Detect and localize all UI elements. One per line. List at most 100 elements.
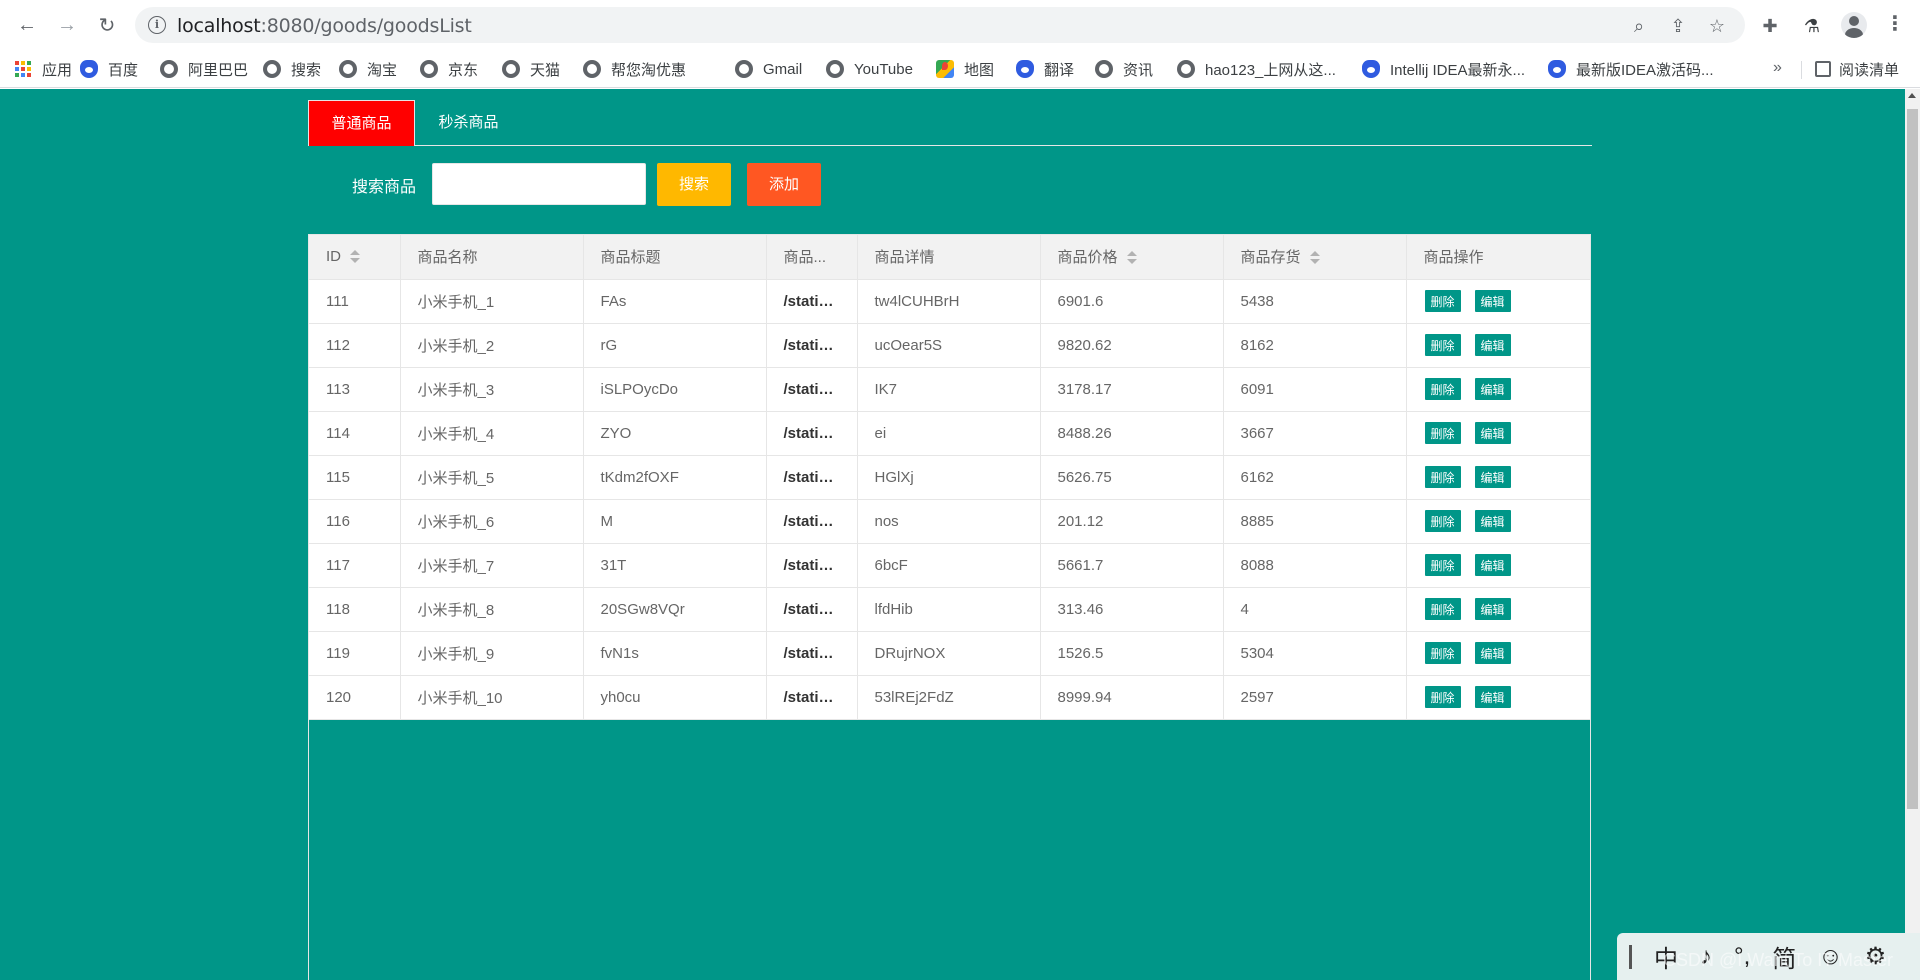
bookmark-item[interactable]: Intellij IDEA最新永... [1362, 59, 1525, 79]
header-id[interactable]: ID [309, 235, 401, 280]
ime-handle[interactable] [1629, 944, 1632, 969]
bookmark-item[interactable]: YouTube [826, 59, 913, 79]
cell-image: /static/... [766, 675, 858, 720]
scroll-up-arrow-icon[interactable] [1908, 93, 1916, 98]
bookmark-item[interactable]: 淘宝 [339, 59, 397, 79]
add-button[interactable]: 添加 [747, 163, 821, 206]
forward-arrow-icon[interactable]: → [54, 12, 80, 38]
delete-button[interactable]: 删除 [1423, 509, 1462, 533]
bookmark-item[interactable]: 资讯 [1095, 59, 1153, 79]
delete-button[interactable]: 删除 [1423, 333, 1462, 357]
page-content: 普通商品 秒杀商品 搜索商品 搜索 添加 ID 商品名称 商品标题 商品... … [0, 89, 1920, 980]
bookmark-item[interactable]: 京东 [420, 59, 478, 79]
sort-icon[interactable] [1126, 251, 1138, 265]
delete-button[interactable]: 删除 [1423, 377, 1462, 401]
extension-flask-icon[interactable]: ⚗ [1800, 14, 1824, 38]
sort-icon[interactable] [1309, 251, 1321, 265]
bookmark-label: 帮您淘优惠 [611, 61, 687, 79]
delete-button[interactable]: 删除 [1423, 421, 1462, 445]
browser-menu-icon[interactable]: ⋮ [1885, 13, 1905, 37]
share-icon[interactable]: ⇪ [1667, 15, 1689, 37]
profile-avatar[interactable] [1841, 12, 1867, 38]
edit-button[interactable]: 编辑 [1473, 465, 1512, 489]
bookmark-item[interactable]: Gmail [735, 59, 802, 79]
url-text[interactable]: localhost:8080/goods/goodsList [177, 15, 472, 37]
bookmark-item[interactable]: 百度 [80, 59, 138, 79]
sort-icon[interactable] [349, 250, 361, 264]
baidu-icon [1016, 60, 1034, 78]
bookmarks-overflow-icon[interactable]: » [1773, 59, 1782, 77]
tab-normal-goods[interactable]: 普通商品 [308, 100, 415, 146]
delete-button[interactable]: 删除 [1423, 641, 1462, 665]
site-info-icon[interactable]: i [148, 16, 166, 34]
edit-button[interactable]: 编辑 [1473, 377, 1512, 401]
bookmark-item[interactable]: 天猫 [502, 59, 560, 79]
bookmark-item[interactable]: 搜索 [263, 59, 321, 79]
cell-id: 117 [309, 543, 401, 588]
globe-icon [583, 60, 601, 78]
cell-id: 113 [309, 367, 401, 412]
cell-id: 118 [309, 587, 401, 632]
header-price[interactable]: 商品价格 [1040, 235, 1224, 280]
bookmark-label: 最新版IDEA激活码... [1576, 61, 1714, 79]
reload-icon[interactable]: ↻ [94, 12, 120, 38]
table-row: 115 小米手机_5 tKdm2fOXF/static/... HGlXj 5626.7… [309, 455, 1590, 500]
cell-id: 119 [309, 631, 401, 676]
bookmark-item[interactable]: 帮您淘优惠 [583, 59, 686, 79]
table-row: 119 小米手机_9 fvN1s/static/... DRujrNOX 1526.5 5… [309, 631, 1590, 676]
baidu-icon [1362, 60, 1380, 78]
delete-button[interactable]: 删除 [1423, 289, 1462, 313]
bookmark-label: 淘宝 [367, 61, 398, 79]
bookmark-item[interactable]: 应用 [14, 59, 72, 79]
header-name: 商品名称 [400, 235, 584, 280]
bookmark-star-icon[interactable]: ☆ [1706, 15, 1728, 37]
maps-icon [936, 60, 954, 78]
search-button[interactable]: 搜索 [657, 163, 731, 206]
header-stock[interactable]: 商品存货 [1223, 235, 1407, 280]
bookmark-item[interactable]: 地图 [936, 59, 994, 79]
edit-button[interactable]: 编辑 [1473, 289, 1512, 313]
search-input[interactable] [432, 163, 646, 205]
cell-name: 小米手机_3 [400, 367, 584, 412]
scrollbar-thumb[interactable] [1907, 109, 1918, 809]
edit-button[interactable]: 编辑 [1473, 641, 1512, 665]
cell-stock: 2597 [1223, 675, 1407, 720]
url-path: :8080/goods/goodsList [260, 15, 472, 37]
goods-table: ID 商品名称 商品标题 商品... 商品详情 商品价格 商品存货 商品操作 1… [309, 235, 1590, 720]
reading-list-icon [1815, 61, 1831, 77]
page-scrollbar[interactable] [1905, 89, 1920, 980]
bookmark-item[interactable]: 阿里巴巴 [160, 59, 248, 79]
cell-name: 小米手机_2 [400, 323, 584, 368]
reading-list-button[interactable]: 阅读清单 [1815, 59, 1899, 79]
cell-id: 116 [309, 499, 401, 544]
cell-actions: 删除 编辑 [1406, 455, 1590, 500]
extensions-puzzle-icon[interactable]: ✚ [1758, 14, 1782, 38]
cell-detail: ei [857, 411, 1041, 456]
bookmark-item[interactable]: 翻译 [1016, 59, 1074, 79]
globe-icon [1095, 60, 1113, 78]
delete-button[interactable]: 删除 [1423, 553, 1462, 577]
cell-image: /static/... [766, 323, 858, 368]
edit-button[interactable]: 编辑 [1473, 333, 1512, 357]
edit-button[interactable]: 编辑 [1473, 509, 1512, 533]
edit-button[interactable]: 编辑 [1473, 597, 1512, 621]
address-bar[interactable]: i localhost:8080/goods/goodsList ⌕ ⇪ ☆ [135, 7, 1745, 43]
header-title: 商品标题 [583, 235, 767, 280]
cell-detail: 6bcF [857, 543, 1041, 588]
edit-button[interactable]: 编辑 [1473, 685, 1512, 709]
zoom-icon[interactable]: ⌕ [1628, 15, 1650, 37]
cell-price: 8999.94 [1040, 675, 1224, 720]
bookmark-item[interactable]: 最新版IDEA激活码... [1548, 59, 1714, 79]
delete-button[interactable]: 删除 [1423, 685, 1462, 709]
delete-button[interactable]: 删除 [1423, 465, 1462, 489]
cell-stock: 6162 [1223, 455, 1407, 500]
globe-icon [160, 60, 178, 78]
tab-seckill-goods[interactable]: 秒杀商品 [415, 100, 522, 146]
edit-button[interactable]: 编辑 [1473, 421, 1512, 445]
bookmark-item[interactable]: hao123_上网从这... [1177, 59, 1336, 79]
watermark: CSDN @I Want To IT Master [1663, 950, 1893, 970]
delete-button[interactable]: 删除 [1423, 597, 1462, 621]
edit-button[interactable]: 编辑 [1473, 553, 1512, 577]
bookmark-label: 天猫 [530, 61, 561, 79]
back-arrow-icon[interactable]: ← [14, 12, 40, 38]
